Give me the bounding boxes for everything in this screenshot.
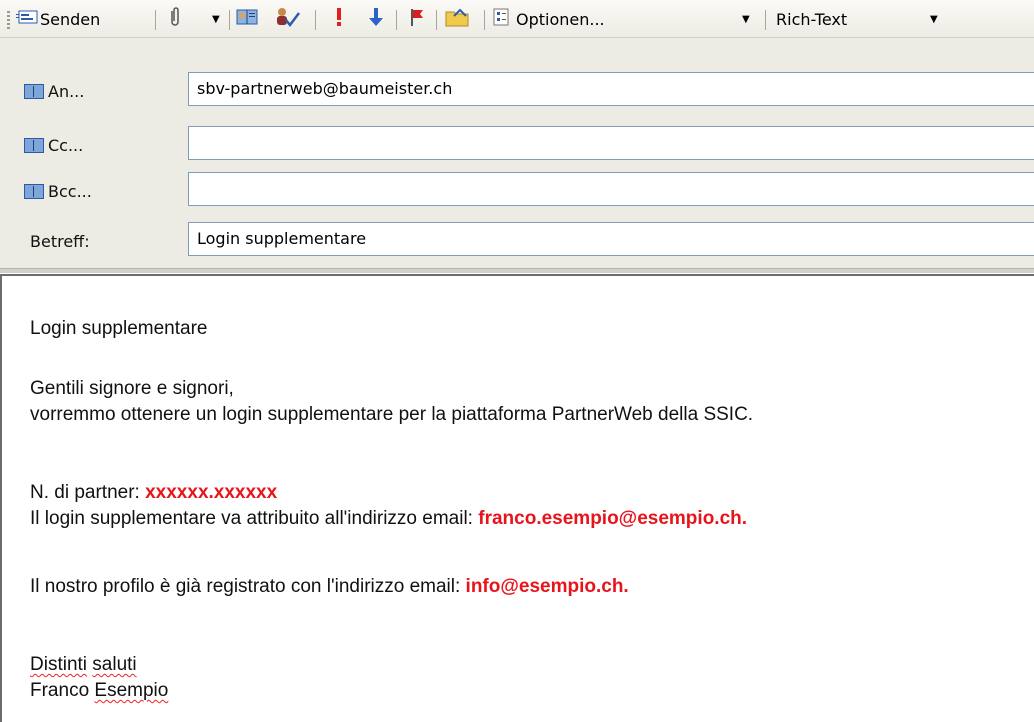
toolbar-separator: [155, 10, 156, 30]
profile-email: info@esempio.ch.: [465, 576, 629, 597]
signature-first-name: Franco: [30, 680, 90, 701]
address-book-icon: [24, 83, 44, 99]
options-button[interactable]: Optionen...: [492, 0, 605, 38]
high-importance-icon: [334, 6, 344, 32]
format-dropdown[interactable]: ▼: [924, 0, 938, 38]
partner-label: N. di partner:: [30, 482, 146, 503]
cc-label: Cc...: [48, 135, 84, 155]
open-folder-button[interactable]: [444, 0, 472, 38]
body-line: Login supplementare: [30, 318, 208, 339]
login-email: franco.esempio@esempio.ch.: [478, 508, 748, 529]
bcc-field[interactable]: [188, 172, 1034, 206]
message-toolbar: Senden ▼ Optionen... ▼ Rich-Text ▼: [0, 0, 1034, 38]
toolbar-grip[interactable]: [7, 11, 10, 29]
cc-field[interactable]: [188, 126, 1034, 160]
check-names-button[interactable]: [274, 0, 300, 38]
partner-number: xxxxxx.xxxxxx: [145, 482, 278, 503]
check-names-icon: [274, 6, 300, 32]
send-label: Senden: [40, 9, 101, 29]
login-label: Il login supplementare va attribuito all…: [30, 508, 479, 529]
profile-label: Il nostro profilo è già registrato con l…: [30, 576, 466, 597]
cc-button[interactable]: Cc...: [24, 130, 83, 160]
attach-icon: [168, 6, 182, 32]
flag-button[interactable]: [408, 0, 426, 38]
closing-line: Distinti saluti: [30, 654, 137, 676]
signature-line: Franco Esempio: [30, 680, 168, 702]
address-book-button[interactable]: [236, 0, 258, 38]
toolbar-separator: [436, 10, 437, 30]
options-label: Optionen...: [516, 9, 605, 29]
to-field[interactable]: sbv-partnerweb@baumeister.ch: [188, 72, 1034, 106]
signature-last-name: Esempio: [94, 680, 169, 701]
options-icon: [492, 7, 510, 31]
body-line: vorremmo ottenere un login supplementare…: [30, 404, 754, 425]
login-line: Il login supplementare va attribuito all…: [30, 508, 747, 530]
address-book-icon: [236, 8, 258, 30]
format-select[interactable]: Rich-Text: [776, 0, 847, 38]
address-book-icon: [24, 183, 44, 199]
attach-button[interactable]: [168, 0, 182, 38]
subject-label: Betreff:: [30, 231, 90, 251]
address-book-icon: [24, 137, 44, 153]
options-dropdown[interactable]: ▼: [736, 0, 750, 38]
closing-word: saluti: [92, 654, 137, 675]
to-label: An...: [48, 81, 85, 101]
low-importance-button[interactable]: [368, 0, 384, 38]
toolbar-separator: [229, 10, 230, 30]
toolbar-separator: [315, 10, 316, 30]
toolbar-separator: [484, 10, 485, 30]
closing-word: Distinti: [30, 654, 88, 675]
chevron-down-icon: ▼: [212, 13, 220, 25]
bcc-button[interactable]: Bcc...: [24, 176, 92, 206]
attach-dropdown[interactable]: ▼: [206, 0, 220, 38]
toolbar-separator: [765, 10, 766, 30]
high-importance-button[interactable]: [334, 0, 344, 38]
bcc-label: Bcc...: [48, 181, 92, 201]
to-button[interactable]: An...: [24, 76, 84, 106]
open-folder-icon: [444, 6, 472, 32]
send-icon: [16, 8, 38, 30]
toolbar-separator: [396, 10, 397, 30]
partner-line: N. di partner: xxxxxx.xxxxxx: [30, 482, 277, 504]
chevron-down-icon: ▼: [930, 13, 938, 25]
flag-icon: [408, 6, 426, 32]
send-button[interactable]: Senden: [16, 0, 100, 38]
chevron-down-icon: ▼: [742, 13, 750, 25]
profile-line: Il nostro profilo è già registrato con l…: [30, 576, 629, 598]
format-value: Rich-Text: [776, 9, 848, 29]
body-line: Gentili signore e signori,: [30, 378, 234, 399]
low-importance-icon: [368, 6, 384, 32]
subject-field[interactable]: Login supplementare: [188, 222, 1034, 256]
